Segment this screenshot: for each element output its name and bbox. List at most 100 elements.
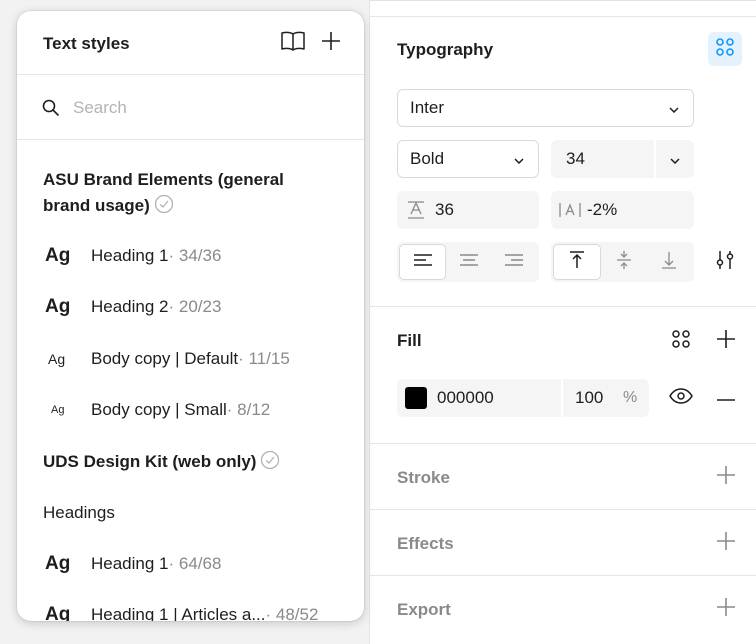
export-title: Export xyxy=(397,600,451,619)
type-settings-button[interactable] xyxy=(708,245,742,279)
font-family-select[interactable]: Inter xyxy=(397,89,694,127)
style-preview: Ag xyxy=(45,245,71,266)
add-stroke-button[interactable] xyxy=(709,460,743,494)
chevron-down-icon xyxy=(669,98,679,118)
check-circle-icon xyxy=(154,194,174,222)
popover-title: Text styles xyxy=(43,34,130,53)
style-name: Heading 2 xyxy=(91,297,169,316)
letter-spacing-icon xyxy=(551,200,583,220)
letter-spacing-value: -2% xyxy=(587,200,618,219)
line-height-value: 36 xyxy=(435,200,454,219)
fill-opacity-unit: % xyxy=(623,389,638,406)
fill-section: Fill 000000 100 % xyxy=(370,307,756,444)
stroke-section: Stroke xyxy=(370,444,756,510)
font-family-value: Inter xyxy=(410,98,445,117)
style-size: · 11/15 xyxy=(238,349,290,368)
plus-icon xyxy=(716,531,736,556)
text-align-horizontal-group xyxy=(397,242,539,282)
design-panel: Typography Inter Bold 34 36 -2% Fill 000… xyxy=(369,0,756,644)
text-style-item[interactable]: Ag Heading 1 | Articles a... · 48/52 xyxy=(17,595,364,621)
fill-hex-value: 000000 xyxy=(437,388,494,407)
styles-grid-icon xyxy=(671,329,691,354)
font-size-input[interactable]: 34 xyxy=(551,140,694,178)
plus-icon xyxy=(716,465,736,490)
align-middle-button[interactable] xyxy=(601,244,647,280)
effects-section: Effects xyxy=(370,510,756,576)
styles-grid-icon xyxy=(715,37,735,62)
plus-icon xyxy=(321,31,341,56)
style-name: Body copy | Small xyxy=(91,400,227,419)
style-preview: Ag xyxy=(45,604,71,621)
minus-icon xyxy=(716,389,736,407)
style-preview: Ag xyxy=(51,404,65,416)
font-size-value: 34 xyxy=(566,149,585,168)
style-preview: Ag xyxy=(48,351,66,367)
fill-opacity-value[interactable]: 100 xyxy=(575,388,603,408)
text-align-vertical-group xyxy=(551,242,694,282)
style-name: Body copy | Default xyxy=(91,349,239,368)
align-left-button[interactable] xyxy=(399,244,447,280)
fill-title: Fill xyxy=(397,331,422,350)
chevron-down-icon[interactable] xyxy=(670,149,680,169)
letter-spacing-input[interactable]: -2% xyxy=(551,191,694,229)
style-name: Heading 1 xyxy=(91,246,169,265)
stroke-title: Stroke xyxy=(397,468,450,487)
fill-opacity-divider xyxy=(561,379,563,417)
search-icon xyxy=(42,99,60,122)
style-folder-label[interactable]: Headings xyxy=(43,503,115,523)
text-style-item[interactable]: Ag Heading 1 · 34/36 xyxy=(17,236,364,276)
popover-header: Text styles xyxy=(17,11,364,75)
text-style-item[interactable]: Ag Heading 2 · 20/23 xyxy=(17,287,364,327)
typography-title: Typography xyxy=(397,40,494,59)
font-size-divider xyxy=(654,140,656,178)
line-height-input[interactable]: 36 xyxy=(397,191,539,229)
align-bottom-button[interactable] xyxy=(646,244,692,280)
plus-icon xyxy=(716,597,736,622)
style-size: · 34/36 xyxy=(168,246,222,265)
plus-icon xyxy=(716,329,736,354)
align-top-icon xyxy=(567,250,587,275)
style-search-bar[interactable]: Search xyxy=(17,76,364,140)
style-size: · 8/12 xyxy=(226,400,271,419)
effects-title: Effects xyxy=(397,534,454,553)
search-input[interactable]: Search xyxy=(73,98,127,118)
style-preview: Ag xyxy=(45,296,71,317)
text-styles-button[interactable] xyxy=(708,32,742,66)
toggle-fill-visibility-button[interactable] xyxy=(664,381,698,415)
book-icon xyxy=(280,30,306,57)
style-name: Heading 1 xyxy=(91,554,169,573)
font-weight-select[interactable]: Bold xyxy=(397,140,539,178)
eye-icon xyxy=(669,387,693,409)
libraries-button[interactable] xyxy=(276,26,310,60)
library-name: UDS Design Kit (web only) xyxy=(43,452,257,471)
style-name: Heading 1 | Articles a... xyxy=(91,605,266,621)
font-weight-value: Bold xyxy=(410,149,445,168)
style-preview: Ag xyxy=(45,553,71,574)
align-right-button[interactable] xyxy=(492,244,537,280)
text-styles-popover: Text styles Search ASU Brand Elements (g… xyxy=(17,11,364,621)
check-circle-icon xyxy=(260,450,280,478)
style-size: · 64/68 xyxy=(168,554,222,573)
text-style-item[interactable]: Ag Body copy | Default · 11/15 xyxy=(17,339,364,379)
create-style-button[interactable] xyxy=(314,26,348,60)
fill-color-input[interactable]: 000000 100 % xyxy=(397,379,649,417)
sliders-icon xyxy=(714,249,736,276)
remove-fill-button[interactable] xyxy=(709,381,743,415)
add-export-button[interactable] xyxy=(709,592,743,626)
align-right-icon xyxy=(503,252,525,273)
text-style-item[interactable]: Ag Body copy | Small · 8/12 xyxy=(17,390,364,430)
align-top-button[interactable] xyxy=(553,244,601,280)
fill-styles-button[interactable] xyxy=(664,324,698,358)
align-bottom-icon xyxy=(659,250,679,275)
add-effect-button[interactable] xyxy=(709,526,743,560)
align-center-icon xyxy=(458,252,480,273)
library-group-title: ASU Brand Elements (general brand usage) xyxy=(43,167,333,222)
style-size: · 48/52 xyxy=(265,605,319,621)
align-center-button[interactable] xyxy=(446,244,491,280)
align-middle-icon xyxy=(614,250,634,275)
text-style-item[interactable]: Ag Heading 1 · 64/68 xyxy=(17,544,364,584)
line-height-icon xyxy=(397,200,427,220)
add-fill-button[interactable] xyxy=(709,324,743,358)
typography-section: Typography Inter Bold 34 36 -2% xyxy=(370,17,756,307)
fill-swatch[interactable] xyxy=(405,387,427,409)
